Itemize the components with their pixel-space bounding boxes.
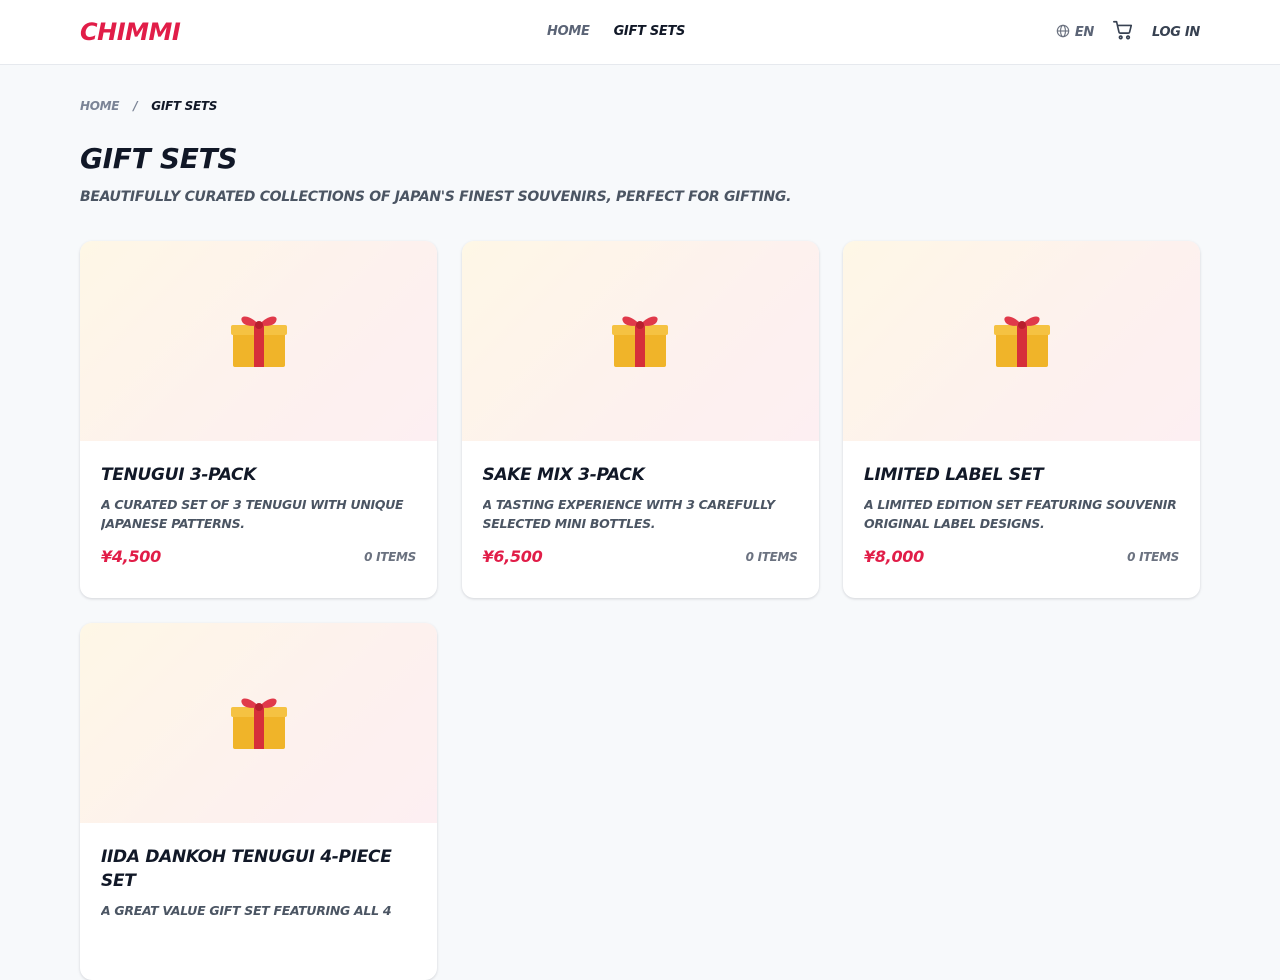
gift-icon	[229, 691, 289, 756]
globe-icon	[1056, 24, 1070, 41]
product-image	[80, 623, 437, 823]
product-card[interactable]: IIDA DANKOH TENUGUI 4-PIECE SET A GREAT …	[80, 623, 437, 980]
product-card-body: SAKE MIX 3-PACK A TASTING EXPERIENCE WIT…	[462, 441, 819, 566]
product-card[interactable]: TENUGUI 3-PACK A CURATED SET OF 3 TENUGU…	[80, 241, 437, 598]
gift-icon	[610, 309, 670, 374]
product-description: A TASTING EXPERIENCE WITH 3 CAREFULLY SE…	[482, 497, 776, 531]
product-card-body: LIMITED LABEL SET A LIMITED EDITION SET …	[843, 441, 1200, 566]
page-title: GIFT SETS	[80, 142, 238, 175]
product-price: ¥6,500	[482, 547, 543, 566]
product-item-count: 0 ITEMS	[1127, 549, 1179, 564]
product-item-count: 0 ITEMS	[364, 549, 416, 564]
nav-home[interactable]: HOME	[547, 22, 590, 42]
language-label: EN	[1074, 24, 1094, 40]
site-header: CHIMMI HOME GIFT SETS EN LOG IN	[0, 0, 1280, 65]
product-title: LIMITED LABEL SET	[864, 465, 1044, 485]
product-price: ¥8,000	[864, 547, 924, 566]
product-card[interactable]: LIMITED LABEL SET A LIMITED EDITION SET …	[843, 241, 1200, 598]
logo[interactable]: CHIMMI	[80, 17, 181, 47]
product-card[interactable]: SAKE MIX 3-PACK A TASTING EXPERIENCE WIT…	[461, 241, 819, 598]
cart-icon	[1112, 19, 1134, 46]
product-grid: TENUGUI 3-PACK A CURATED SET OF 3 TENUGU…	[80, 241, 1200, 980]
product-description: A CURATED SET OF 3 TENUGUI WITH UNIQUE J…	[101, 497, 404, 531]
login-link[interactable]: LOG IN	[1152, 25, 1200, 40]
product-description: A GREAT VALUE GIFT SET FEATURING ALL 4	[101, 903, 392, 918]
nav-gift-sets[interactable]: GIFT SETS	[614, 22, 686, 42]
product-image	[461, 241, 819, 441]
main-nav: HOME GIFT SETS	[547, 22, 685, 42]
product-card-body: IIDA DANKOH TENUGUI 4-PIECE SET A GREAT …	[80, 823, 437, 953]
product-title: IIDA DANKOH TENUGUI 4-PIECE SET	[101, 847, 392, 891]
product-card-body: TENUGUI 3-PACK A CURATED SET OF 3 TENUGU…	[80, 441, 437, 566]
product-image	[80, 241, 437, 441]
gift-icon	[229, 309, 289, 374]
breadcrumb-separator: /	[133, 99, 138, 113]
product-item-count: 0 ITEMS	[745, 549, 798, 564]
product-price: ¥4,500	[101, 547, 161, 566]
product-footer: ¥8,000 0 ITEMS	[864, 547, 1179, 566]
gift-icon	[992, 309, 1052, 374]
breadcrumb: HOME / GIFT SETS	[80, 97, 217, 115]
breadcrumb-home[interactable]: HOME	[80, 97, 119, 115]
product-description: A LIMITED EDITION SET FEATURING SOUVENIR…	[864, 497, 1177, 531]
product-footer: ¥4,500 0 ITEMS	[101, 547, 416, 566]
product-image	[843, 241, 1200, 441]
cart-button[interactable]	[1112, 19, 1134, 46]
header-actions: EN LOG IN	[1056, 18, 1200, 46]
product-footer: ¥6,500 0 ITEMS	[483, 547, 798, 566]
product-title: SAKE MIX 3-PACK	[482, 465, 645, 485]
page-subtitle: BEAUTIFULLY CURATED COLLECTIONS OF JAPAN…	[80, 189, 792, 205]
product-title: TENUGUI 3-PACK	[101, 465, 257, 485]
breadcrumb-current: GIFT SETS	[151, 99, 218, 113]
language-switcher[interactable]: EN	[1056, 24, 1094, 41]
